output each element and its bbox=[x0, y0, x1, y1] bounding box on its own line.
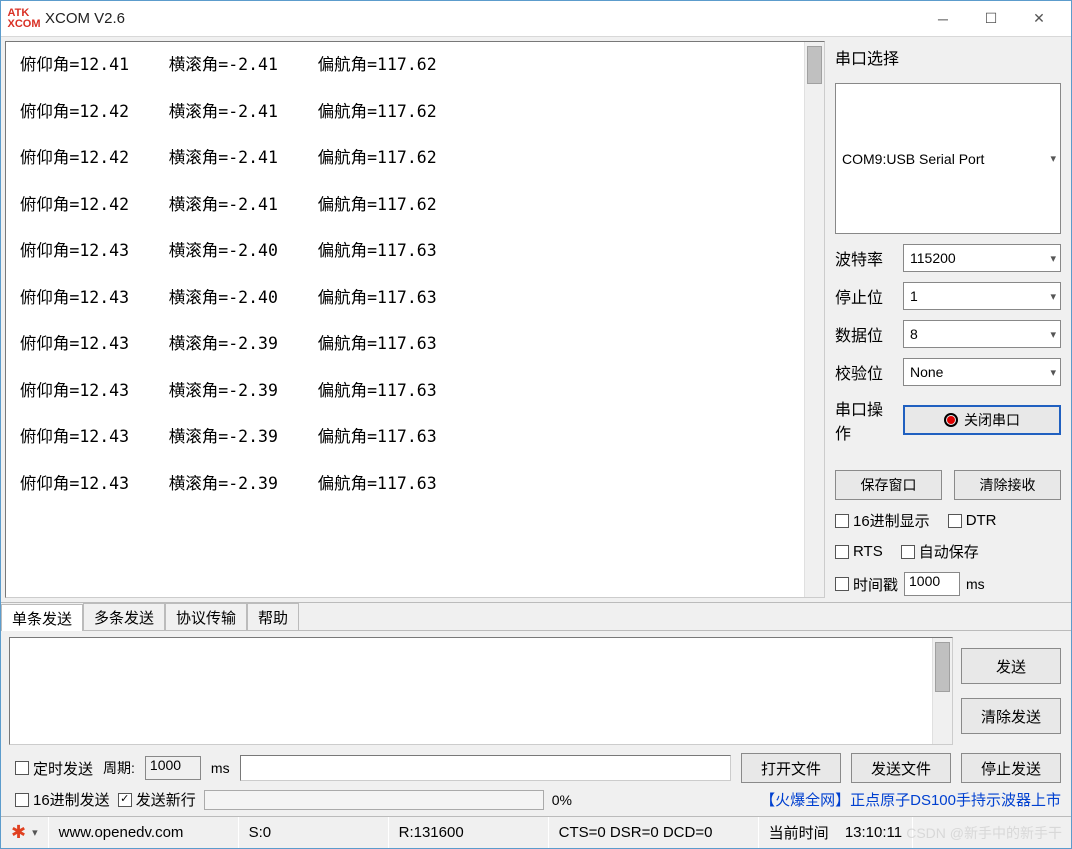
send-scrollbar[interactable] bbox=[932, 638, 952, 744]
parity-label: 校验位 bbox=[835, 360, 893, 384]
send-newline-checkbox[interactable]: ✓发送新行 bbox=[118, 789, 196, 810]
status-received: R:131600 bbox=[389, 817, 549, 848]
status-sent: S:0 bbox=[239, 817, 389, 848]
stop-send-button[interactable]: 停止发送 bbox=[961, 753, 1061, 783]
progress-bar bbox=[204, 790, 544, 810]
autosave-checkbox[interactable]: 自动保存 bbox=[901, 541, 979, 562]
close-button[interactable]: ✕ bbox=[1015, 1, 1063, 37]
portop-label: 串口操作 bbox=[835, 396, 893, 444]
baud-label: 波特率 bbox=[835, 246, 893, 270]
dtr-checkbox[interactable]: DTR bbox=[948, 512, 997, 529]
save-window-button[interactable]: 保存窗口 bbox=[835, 470, 942, 500]
file-path-input[interactable] bbox=[240, 755, 731, 781]
period-unit: ms bbox=[211, 760, 230, 776]
maximize-button[interactable]: ☐ bbox=[967, 1, 1015, 37]
close-port-button[interactable]: 关闭串口 bbox=[903, 405, 1061, 435]
chevron-down-icon: ▾ bbox=[1050, 328, 1056, 341]
window-title: XCOM V2.6 bbox=[45, 10, 125, 27]
chevron-down-icon: ▾ bbox=[1050, 252, 1056, 265]
databit-label: 数据位 bbox=[835, 322, 893, 346]
send-tabs: 单条发送 多条发送 协议传输 帮助 bbox=[1, 603, 1071, 631]
period-label: 周期: bbox=[103, 758, 135, 778]
period-input[interactable]: 1000 bbox=[145, 756, 201, 780]
hex-display-checkbox[interactable]: 16进制显示 bbox=[835, 510, 930, 531]
minimize-button[interactable]: ─ bbox=[919, 1, 967, 37]
tab-multi-send[interactable]: 多条发送 bbox=[83, 603, 165, 630]
tab-single-send[interactable]: 单条发送 bbox=[1, 604, 83, 631]
timestamp-interval-input[interactable]: 1000 bbox=[904, 572, 960, 596]
clear-receive-button[interactable]: 清除接收 bbox=[954, 470, 1061, 500]
side-panel: 串口选择 COM9:USB Serial Port ▾ 波特率 115200▾ 停… bbox=[825, 37, 1071, 602]
gear-icon[interactable]: ✱ bbox=[11, 822, 26, 843]
receive-panel: 俯仰角=12.41 横滚角=-2.41 偏航角=117.62 俯仰角=12.42… bbox=[5, 41, 825, 598]
timestamp-checkbox[interactable]: 时间戳 bbox=[835, 574, 898, 595]
titlebar: ATKXCOM XCOM V2.6 ─ ☐ ✕ bbox=[1, 1, 1071, 37]
parity-select[interactable]: None▾ bbox=[903, 358, 1061, 386]
chevron-down-icon: ▾ bbox=[1050, 152, 1056, 165]
send-text-input[interactable] bbox=[9, 637, 953, 745]
clear-send-button[interactable]: 清除发送 bbox=[961, 698, 1061, 734]
tab-help[interactable]: 帮助 bbox=[247, 603, 299, 630]
tab-protocol[interactable]: 协议传输 bbox=[165, 603, 247, 630]
app-window: ATKXCOM XCOM V2.6 ─ ☐ ✕ 俯仰角=12.41 横滚角=-2… bbox=[0, 0, 1072, 849]
chevron-down-icon[interactable]: ▾ bbox=[32, 826, 38, 839]
chevron-down-icon: ▾ bbox=[1050, 290, 1056, 303]
chevron-down-icon: ▾ bbox=[1050, 366, 1056, 379]
hex-send-checkbox[interactable]: 16进制发送 bbox=[15, 789, 110, 810]
port-section-label: 串口选择 bbox=[835, 45, 1061, 69]
status-time: 当前时间 13:10:11 bbox=[759, 817, 913, 848]
send-button[interactable]: 发送 bbox=[961, 648, 1061, 684]
baud-select[interactable]: 115200▾ bbox=[903, 244, 1061, 272]
port-select[interactable]: COM9:USB Serial Port ▾ bbox=[835, 83, 1061, 234]
promo-link[interactable]: 【火爆全网】正点原子DS100手持示波器上市 bbox=[580, 789, 1061, 810]
send-file-button[interactable]: 发送文件 bbox=[851, 753, 951, 783]
databit-select[interactable]: 8▾ bbox=[903, 320, 1061, 348]
receive-text[interactable]: 俯仰角=12.41 横滚角=-2.41 偏航角=117.62 俯仰角=12.42… bbox=[6, 42, 804, 597]
send-area: 单条发送 多条发送 协议传输 帮助 发送 清除发送 定时发送 周期: 1000 … bbox=[1, 602, 1071, 816]
watermark: CSDN @新手中的新手干 bbox=[906, 823, 1062, 843]
progress-percent: 0% bbox=[552, 792, 572, 808]
stopbit-label: 停止位 bbox=[835, 284, 893, 308]
receive-scrollbar[interactable] bbox=[804, 42, 824, 597]
ms-label: ms bbox=[966, 576, 985, 592]
stopbit-select[interactable]: 1▾ bbox=[903, 282, 1061, 310]
app-icon: ATKXCOM bbox=[9, 9, 39, 29]
status-url[interactable]: www.openedv.com bbox=[59, 824, 184, 841]
rts-checkbox[interactable]: RTS bbox=[835, 543, 883, 560]
record-icon bbox=[944, 413, 958, 427]
status-signals: CTS=0 DSR=0 DCD=0 bbox=[549, 817, 759, 848]
port-value: COM9:USB Serial Port bbox=[842, 151, 984, 167]
open-file-button[interactable]: 打开文件 bbox=[741, 753, 841, 783]
timed-send-checkbox[interactable]: 定时发送 bbox=[15, 758, 93, 779]
